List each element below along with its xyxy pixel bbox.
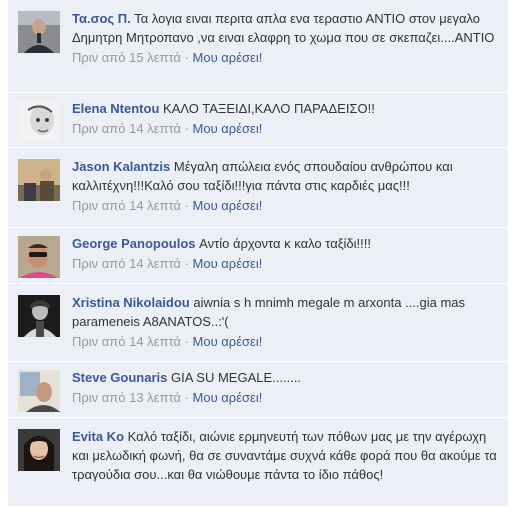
comment-item: Steve Gounaris GIA SU MEGALE........ Πρι… bbox=[8, 362, 508, 418]
meta-separator: · bbox=[184, 121, 189, 136]
comment-author-link[interactable]: Τα.σος Π. bbox=[72, 11, 131, 26]
like-link[interactable]: Μου αρέσει! bbox=[193, 198, 263, 213]
comment-author-link[interactable]: George Panopoulos bbox=[72, 236, 196, 251]
comment-meta: Πριν από 14 λεπτά · Μου αρέσει! bbox=[72, 120, 502, 138]
avatar-man-window[interactable] bbox=[18, 370, 60, 412]
avatar-face-sketch[interactable] bbox=[18, 100, 60, 142]
meta-separator: · bbox=[184, 334, 189, 349]
comment-body: Elena Ntentou ΚΑΛΟ ΤΑΞΕΙΔΙ,ΚΑΛΟ ΠΑΡΑΔΕΙΣ… bbox=[72, 99, 502, 138]
comment-meta: Πριν από 13 λεπτά · Μου αρέσει! bbox=[72, 389, 502, 407]
avatar-group-photo[interactable] bbox=[18, 159, 60, 201]
like-link[interactable]: Μου αρέσει! bbox=[193, 50, 263, 65]
avatar-man-sunglasses[interactable] bbox=[18, 236, 60, 278]
comment-item: Xristina Nikolaidou aiwnia s h mnimh meg… bbox=[8, 284, 508, 362]
comment-body: Evita Ko Καλό ταξίδι, αιώνιε ερμηνευτή τ… bbox=[72, 427, 502, 484]
avatar-woman-dark-hair[interactable] bbox=[18, 429, 60, 471]
comment-author-link[interactable]: Elena Ntentou bbox=[72, 101, 159, 116]
comment-timestamp[interactable]: Πριν από 15 λεπτά bbox=[72, 50, 181, 65]
meta-separator: · bbox=[184, 198, 189, 213]
comment-body: Steve Gounaris GIA SU MEGALE........ Πρι… bbox=[72, 368, 502, 407]
like-link[interactable]: Μου αρέσει! bbox=[193, 256, 263, 271]
comment-meta: Πριν από 14 λεπτά · Μου αρέσει! bbox=[72, 255, 502, 273]
comment-meta: Πριν από 15 λεπτά · Μου αρέσει! bbox=[72, 49, 502, 67]
comment-text: Τα λογια ειναι περιτα απλα ενα τεραστιο … bbox=[72, 11, 495, 45]
comment-body: Xristina Nikolaidou aiwnia s h mnimh meg… bbox=[72, 293, 502, 351]
like-link[interactable]: Μου αρέσει! bbox=[193, 121, 263, 136]
comment-text: GIA SU MEGALE........ bbox=[171, 370, 302, 385]
comment-timestamp[interactable]: Πριν από 14 λεπτά bbox=[72, 334, 181, 349]
comment-meta: Πριν από 14 λεπτά · Μου αρέσει! bbox=[72, 197, 502, 215]
comment-timestamp[interactable]: Πριν από 13 λεπτά bbox=[72, 390, 181, 405]
comment-timestamp[interactable]: Πριν από 14 λεπτά bbox=[72, 121, 181, 136]
meta-separator: · bbox=[184, 50, 189, 65]
comment-text: Καλό ταξίδι, αιώνιε ερμηνευτή των πόθων … bbox=[72, 429, 497, 482]
comment-author-link[interactable]: Evita Ko bbox=[72, 429, 124, 444]
comment-author-link[interactable]: Jason Kalantzis bbox=[72, 159, 170, 174]
comment-item: Jason Kalantzis Μέγαλη απώλεια ενός σπου… bbox=[8, 148, 508, 228]
comment-item: Evita Ko Καλό ταξίδι, αιώνιε ερμηνευτή τ… bbox=[8, 418, 508, 507]
comment-item: George Panopoulos Αντίο άρχοντα κ καλο τ… bbox=[8, 228, 508, 284]
avatar-bw-portrait[interactable] bbox=[18, 295, 60, 337]
comment-meta: Πριν από 14 λεπτά · Μου αρέσει! bbox=[72, 333, 502, 351]
meta-separator: · bbox=[184, 390, 189, 405]
avatar-man-microphone[interactable] bbox=[18, 11, 60, 53]
comment-item: Τα.σος Π. Τα λογια ειναι περιτα απλα ενα… bbox=[8, 0, 508, 93]
meta-separator: · bbox=[184, 256, 189, 271]
comment-body: Jason Kalantzis Μέγαλη απώλεια ενός σπου… bbox=[72, 157, 502, 215]
comment-body: Τα.σος Π. Τα λογια ειναι περιτα απλα ενα… bbox=[72, 9, 502, 67]
comment-text: Αντίο άρχοντα κ καλο ταξίδι!!!! bbox=[199, 236, 371, 251]
like-link[interactable]: Μου αρέσει! bbox=[193, 334, 263, 349]
comment-timestamp[interactable]: Πριν από 14 λεπτά bbox=[72, 198, 181, 213]
comment-timestamp[interactable]: Πριν από 14 λεπτά bbox=[72, 256, 181, 271]
comment-author-link[interactable]: Xristina Nikolaidou bbox=[72, 295, 190, 310]
comment-author-link[interactable]: Steve Gounaris bbox=[72, 370, 167, 385]
comment-list: Τα.σος Π. Τα λογια ειναι περιτα απλα ενα… bbox=[8, 0, 508, 507]
comment-text: ΚΑΛΟ ΤΑΞΕΙΔΙ,ΚΑΛΟ ΠΑΡΑΔΕΙΣΟ!! bbox=[163, 101, 375, 116]
comment-item: Elena Ntentou ΚΑΛΟ ΤΑΞΕΙΔΙ,ΚΑΛΟ ΠΑΡΑΔΕΙΣ… bbox=[8, 93, 508, 148]
comment-body: George Panopoulos Αντίο άρχοντα κ καλο τ… bbox=[72, 234, 502, 273]
like-link[interactable]: Μου αρέσει! bbox=[193, 390, 263, 405]
